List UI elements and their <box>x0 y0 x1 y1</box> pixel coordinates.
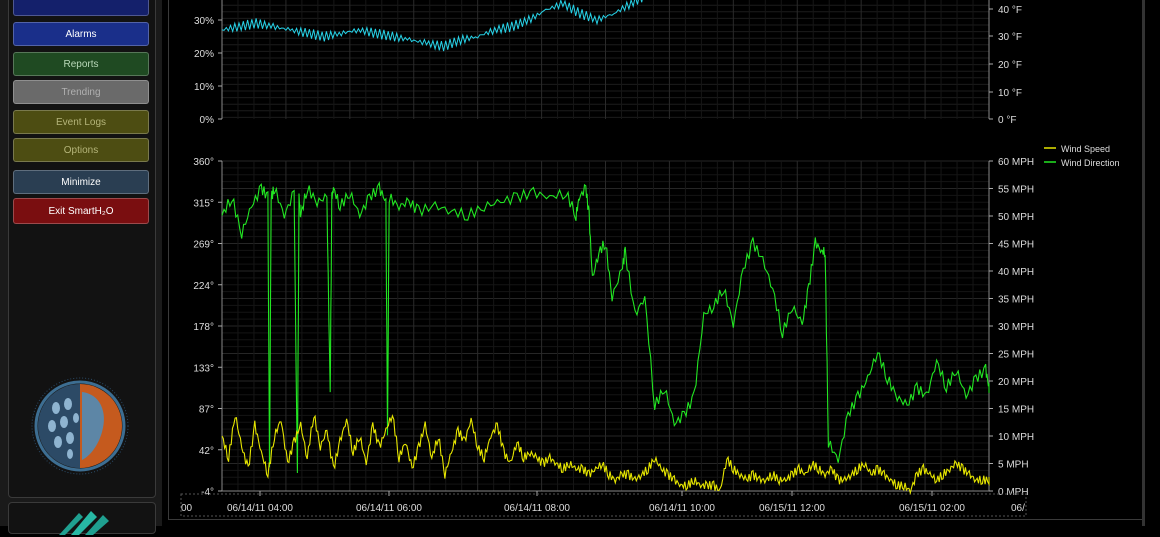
y-left-tick-label: 360° <box>193 157 214 168</box>
y-right-tick-label: 10 °F <box>998 88 1022 99</box>
x-tick-label: 06/14/11 10:00 <box>649 503 715 514</box>
sidebar: Alarms Reports Trending Event Logs Optio… <box>0 0 163 535</box>
y-left-tick-label: 42° <box>199 446 214 457</box>
y-left-tick-label: 224° <box>193 281 214 292</box>
scrollbar[interactable] <box>1142 0 1160 526</box>
y-right-tick-label: 60 MPH <box>998 157 1034 168</box>
y-left-tick-label: 178° <box>193 322 214 333</box>
x-tick-label: 06/14/11 06:00 <box>356 503 422 514</box>
y-left-tick-label: 10% <box>194 82 214 93</box>
y-right-tick-label: 45 MPH <box>998 240 1034 251</box>
y-right-tick-label: 20 MPH <box>998 377 1034 388</box>
y-left-tick-label: 87° <box>199 405 214 416</box>
scrollbar-track[interactable] <box>1142 0 1145 526</box>
x-tick-label: 06/14/11 08:00 <box>504 503 570 514</box>
x-tick-label: 06/15/11 12:00 <box>759 503 825 514</box>
x-tick-label: 00 <box>181 503 193 514</box>
exit-button[interactable]: Exit SmartH₂O <box>13 198 149 224</box>
top-button[interactable] <box>13 0 149 16</box>
y-right-tick-label: 40 MPH <box>998 267 1034 278</box>
y-right-tick-label: 25 MPH <box>998 350 1034 361</box>
x-tick-label: 06/ <box>1011 503 1025 514</box>
y-left-tick-label: 133° <box>193 363 214 374</box>
y-right-tick-label: 50 MPH <box>998 212 1034 223</box>
y-right-tick-label: 5 MPH <box>998 460 1029 471</box>
bottom-panel <box>8 502 156 535</box>
trend-charts: 30% 20% 10% 0% 40 °F 30 °F 20 °F 10 °F 0 °F 360° 3… <box>180 0 1120 517</box>
alarms-button[interactable]: Alarms <box>13 22 149 46</box>
smarth2o-logo <box>31 377 129 475</box>
y-right-tick-label: 10 MPH <box>998 432 1034 443</box>
y-left-tick-label: -4° <box>201 487 214 498</box>
y-left-tick-label: 20% <box>194 49 214 60</box>
y-right-tick-label: 40 °F <box>998 5 1022 16</box>
legend-label: Wind Direction <box>1061 158 1120 168</box>
legend-label: Wind Speed <box>1061 144 1110 154</box>
y-right-tick-label: 0 MPH <box>998 487 1029 498</box>
y-left-tick-label: 0% <box>200 115 215 126</box>
y-right-tick-label: 15 MPH <box>998 405 1034 416</box>
minimize-button[interactable]: Minimize <box>13 170 149 194</box>
x-tick-label: 06/14/11 04:00 <box>227 503 293 514</box>
y-right-tick-label: 20 °F <box>998 60 1022 71</box>
y-left-tick-label: 269° <box>193 240 214 251</box>
event-logs-button[interactable]: Event Logs <box>13 110 149 134</box>
chart-area: 30% 20% 10% 0% 40 °F 30 °F 20 °F 10 °F 0 °F 360° 3… <box>162 0 1160 526</box>
options-button[interactable]: Options <box>13 138 149 162</box>
y-right-tick-label: 55 MPH <box>998 185 1034 196</box>
brand-leaf-icon <box>59 511 109 535</box>
y-left-tick-label: 315° <box>193 198 214 209</box>
y-left-tick-label: 30% <box>194 16 214 27</box>
y-right-tick-label: 0 °F <box>998 115 1016 126</box>
x-tick-label: 06/15/11 02:00 <box>899 503 965 514</box>
y-right-tick-label: 35 MPH <box>998 295 1034 306</box>
reports-button[interactable]: Reports <box>13 52 149 76</box>
y-right-tick-label: 30 MPH <box>998 322 1034 333</box>
trending-button[interactable]: Trending <box>13 80 149 104</box>
y-right-tick-label: 30 °F <box>998 32 1022 43</box>
